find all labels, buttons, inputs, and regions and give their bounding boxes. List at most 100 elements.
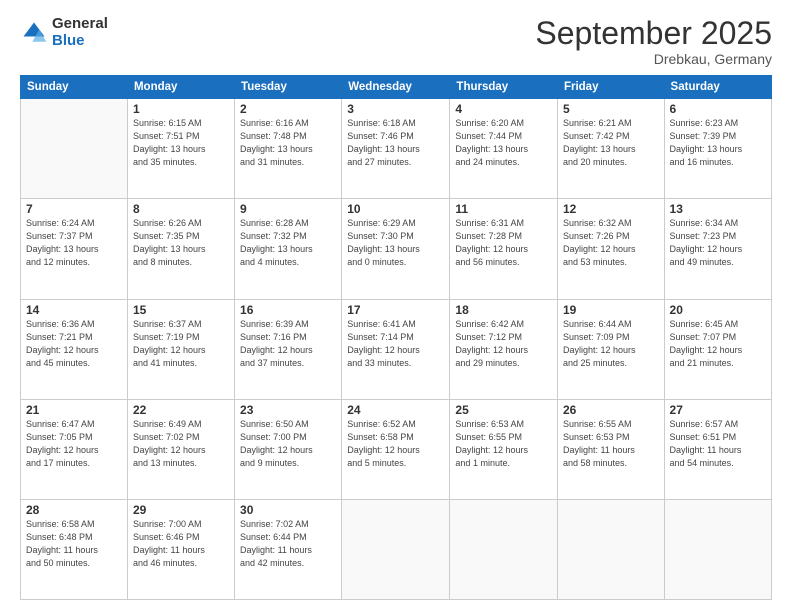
day-info: Sunrise: 6:18 AMSunset: 7:46 PMDaylight:… (347, 117, 444, 169)
logo-icon (20, 19, 48, 47)
day-info: Sunrise: 6:50 AMSunset: 7:00 PMDaylight:… (240, 418, 336, 470)
calendar-week-row: 7Sunrise: 6:24 AMSunset: 7:37 PMDaylight… (21, 199, 772, 299)
weekday-header-thursday: Thursday (450, 76, 558, 99)
calendar-cell: 15Sunrise: 6:37 AMSunset: 7:19 PMDayligh… (127, 299, 234, 399)
day-number: 14 (26, 303, 122, 317)
calendar-cell: 16Sunrise: 6:39 AMSunset: 7:16 PMDayligh… (235, 299, 342, 399)
calendar-cell (342, 499, 450, 599)
calendar-table: SundayMondayTuesdayWednesdayThursdayFrid… (20, 75, 772, 600)
calendar-cell: 11Sunrise: 6:31 AMSunset: 7:28 PMDayligh… (450, 199, 558, 299)
day-info: Sunrise: 6:37 AMSunset: 7:19 PMDaylight:… (133, 318, 229, 370)
calendar-cell (450, 499, 558, 599)
calendar-week-row: 28Sunrise: 6:58 AMSunset: 6:48 PMDayligh… (21, 499, 772, 599)
weekday-header-friday: Friday (557, 76, 664, 99)
month-title: September 2025 (535, 16, 772, 51)
day-number: 11 (455, 202, 552, 216)
day-info: Sunrise: 6:31 AMSunset: 7:28 PMDaylight:… (455, 217, 552, 269)
calendar-cell: 30Sunrise: 7:02 AMSunset: 6:44 PMDayligh… (235, 499, 342, 599)
logo-general-text: General (52, 16, 108, 33)
calendar-cell: 19Sunrise: 6:44 AMSunset: 7:09 PMDayligh… (557, 299, 664, 399)
calendar-cell (664, 499, 771, 599)
calendar-cell (21, 99, 128, 199)
day-number: 30 (240, 503, 336, 517)
day-number: 6 (670, 102, 766, 116)
day-info: Sunrise: 6:26 AMSunset: 7:35 PMDaylight:… (133, 217, 229, 269)
calendar-cell (557, 499, 664, 599)
calendar-cell: 3Sunrise: 6:18 AMSunset: 7:46 PMDaylight… (342, 99, 450, 199)
day-number: 18 (455, 303, 552, 317)
day-number: 25 (455, 403, 552, 417)
weekday-header-wednesday: Wednesday (342, 76, 450, 99)
calendar-cell: 6Sunrise: 6:23 AMSunset: 7:39 PMDaylight… (664, 99, 771, 199)
calendar-cell: 20Sunrise: 6:45 AMSunset: 7:07 PMDayligh… (664, 299, 771, 399)
calendar-week-row: 14Sunrise: 6:36 AMSunset: 7:21 PMDayligh… (21, 299, 772, 399)
weekday-header-row: SundayMondayTuesdayWednesdayThursdayFrid… (21, 76, 772, 99)
day-info: Sunrise: 6:39 AMSunset: 7:16 PMDaylight:… (240, 318, 336, 370)
calendar-cell: 1Sunrise: 6:15 AMSunset: 7:51 PMDaylight… (127, 99, 234, 199)
calendar-week-row: 1Sunrise: 6:15 AMSunset: 7:51 PMDaylight… (21, 99, 772, 199)
location-subtitle: Drebkau, Germany (535, 51, 772, 67)
day-info: Sunrise: 6:15 AMSunset: 7:51 PMDaylight:… (133, 117, 229, 169)
day-info: Sunrise: 6:58 AMSunset: 6:48 PMDaylight:… (26, 518, 122, 570)
day-number: 3 (347, 102, 444, 116)
day-info: Sunrise: 6:44 AMSunset: 7:09 PMDaylight:… (563, 318, 659, 370)
day-info: Sunrise: 6:29 AMSunset: 7:30 PMDaylight:… (347, 217, 444, 269)
day-number: 22 (133, 403, 229, 417)
day-number: 2 (240, 102, 336, 116)
calendar-cell: 7Sunrise: 6:24 AMSunset: 7:37 PMDaylight… (21, 199, 128, 299)
day-number: 17 (347, 303, 444, 317)
day-number: 9 (240, 202, 336, 216)
logo-text: General Blue (52, 16, 108, 49)
calendar-cell: 29Sunrise: 7:00 AMSunset: 6:46 PMDayligh… (127, 499, 234, 599)
calendar-cell: 22Sunrise: 6:49 AMSunset: 7:02 PMDayligh… (127, 399, 234, 499)
page: General Blue September 2025 Drebkau, Ger… (0, 0, 792, 612)
day-number: 8 (133, 202, 229, 216)
day-number: 15 (133, 303, 229, 317)
day-number: 24 (347, 403, 444, 417)
title-block: September 2025 Drebkau, Germany (535, 16, 772, 67)
day-number: 13 (670, 202, 766, 216)
day-number: 26 (563, 403, 659, 417)
day-number: 16 (240, 303, 336, 317)
day-info: Sunrise: 6:45 AMSunset: 7:07 PMDaylight:… (670, 318, 766, 370)
day-number: 5 (563, 102, 659, 116)
day-info: Sunrise: 6:36 AMSunset: 7:21 PMDaylight:… (26, 318, 122, 370)
calendar-cell: 10Sunrise: 6:29 AMSunset: 7:30 PMDayligh… (342, 199, 450, 299)
header: General Blue September 2025 Drebkau, Ger… (20, 16, 772, 67)
logo: General Blue (20, 16, 108, 49)
day-number: 27 (670, 403, 766, 417)
day-info: Sunrise: 6:55 AMSunset: 6:53 PMDaylight:… (563, 418, 659, 470)
day-info: Sunrise: 6:24 AMSunset: 7:37 PMDaylight:… (26, 217, 122, 269)
calendar-cell: 17Sunrise: 6:41 AMSunset: 7:14 PMDayligh… (342, 299, 450, 399)
day-number: 21 (26, 403, 122, 417)
day-info: Sunrise: 6:52 AMSunset: 6:58 PMDaylight:… (347, 418, 444, 470)
day-info: Sunrise: 6:49 AMSunset: 7:02 PMDaylight:… (133, 418, 229, 470)
day-info: Sunrise: 6:53 AMSunset: 6:55 PMDaylight:… (455, 418, 552, 470)
calendar-cell: 14Sunrise: 6:36 AMSunset: 7:21 PMDayligh… (21, 299, 128, 399)
day-number: 7 (26, 202, 122, 216)
calendar-cell: 27Sunrise: 6:57 AMSunset: 6:51 PMDayligh… (664, 399, 771, 499)
weekday-header-tuesday: Tuesday (235, 76, 342, 99)
day-info: Sunrise: 6:23 AMSunset: 7:39 PMDaylight:… (670, 117, 766, 169)
day-number: 29 (133, 503, 229, 517)
day-number: 10 (347, 202, 444, 216)
calendar-week-row: 21Sunrise: 6:47 AMSunset: 7:05 PMDayligh… (21, 399, 772, 499)
day-number: 12 (563, 202, 659, 216)
day-number: 4 (455, 102, 552, 116)
calendar-cell: 26Sunrise: 6:55 AMSunset: 6:53 PMDayligh… (557, 399, 664, 499)
weekday-header-sunday: Sunday (21, 76, 128, 99)
day-info: Sunrise: 6:41 AMSunset: 7:14 PMDaylight:… (347, 318, 444, 370)
day-info: Sunrise: 6:28 AMSunset: 7:32 PMDaylight:… (240, 217, 336, 269)
day-info: Sunrise: 6:34 AMSunset: 7:23 PMDaylight:… (670, 217, 766, 269)
calendar-cell: 21Sunrise: 6:47 AMSunset: 7:05 PMDayligh… (21, 399, 128, 499)
calendar-cell: 24Sunrise: 6:52 AMSunset: 6:58 PMDayligh… (342, 399, 450, 499)
day-number: 23 (240, 403, 336, 417)
calendar-cell: 12Sunrise: 6:32 AMSunset: 7:26 PMDayligh… (557, 199, 664, 299)
calendar-cell: 28Sunrise: 6:58 AMSunset: 6:48 PMDayligh… (21, 499, 128, 599)
day-info: Sunrise: 7:00 AMSunset: 6:46 PMDaylight:… (133, 518, 229, 570)
calendar-cell: 2Sunrise: 6:16 AMSunset: 7:48 PMDaylight… (235, 99, 342, 199)
day-info: Sunrise: 6:16 AMSunset: 7:48 PMDaylight:… (240, 117, 336, 169)
calendar-cell: 25Sunrise: 6:53 AMSunset: 6:55 PMDayligh… (450, 399, 558, 499)
day-info: Sunrise: 6:57 AMSunset: 6:51 PMDaylight:… (670, 418, 766, 470)
calendar-cell: 9Sunrise: 6:28 AMSunset: 7:32 PMDaylight… (235, 199, 342, 299)
